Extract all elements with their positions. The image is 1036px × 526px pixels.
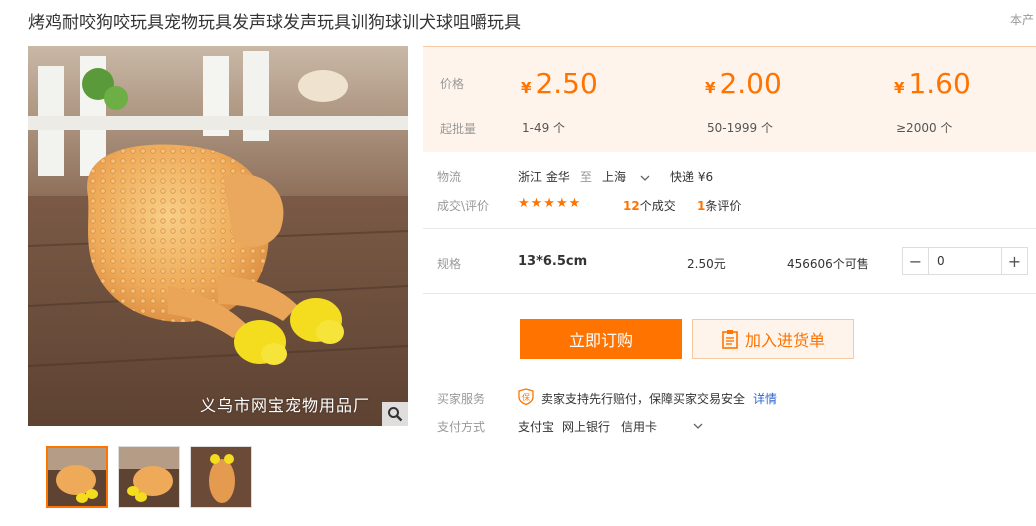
- rating-stars: ★★★★★: [518, 196, 582, 211]
- image-watermark: 义乌市网宝宠物用品厂: [200, 396, 371, 415]
- thumbnail-2[interactable]: [118, 446, 180, 508]
- payment-expand-chevron-icon[interactable]: [693, 418, 703, 432]
- spec-name: 13*6.5cm: [518, 254, 588, 269]
- product-title: 烤鸡耐咬狗咬玩具宠物玩具发声球发声玩具训狗球训犬球咀嚼玩具: [28, 13, 521, 33]
- spec-price: 2.50元: [687, 257, 726, 271]
- order-now-button[interactable]: 立即订购: [520, 319, 682, 359]
- currency-symbol: ¥: [894, 79, 905, 97]
- price-tier-1: ¥2.50: [521, 67, 598, 100]
- thumbnail-1[interactable]: [46, 446, 108, 508]
- zoom-icon[interactable]: [382, 402, 408, 426]
- logistics-label: 物流: [437, 170, 462, 184]
- quantity-input[interactable]: 0: [929, 248, 945, 274]
- top-right-text[interactable]: 本产: [1010, 11, 1034, 28]
- ship-from: 浙江 金华: [518, 170, 570, 184]
- add-to-cart-label: 加入进货单: [744, 331, 825, 350]
- add-to-cart-button[interactable]: 加入进货单: [692, 319, 854, 359]
- chevron-down-icon: [640, 175, 650, 181]
- thumbnail-strip: [46, 446, 252, 508]
- divider: [423, 293, 1036, 294]
- price-value: 2.50: [535, 67, 598, 100]
- payment-method-alipay: 支付宝: [518, 420, 555, 434]
- guarantee-badge-text: 保: [522, 392, 530, 402]
- price-tier-2: ¥2.00: [705, 67, 782, 100]
- deal-suffix: 个成交: [639, 199, 676, 213]
- price-value: 1.60: [908, 67, 971, 100]
- currency-symbol: ¥: [705, 79, 716, 97]
- price-value: 2.00: [719, 67, 782, 100]
- payment-method-credit-card: 信用卡: [621, 420, 658, 434]
- service-details-link[interactable]: 详情: [753, 390, 777, 407]
- roast-chicken-toy-illustration: [28, 46, 408, 426]
- moq-label: 起批量: [440, 122, 477, 136]
- spec-label: 规格: [437, 257, 462, 271]
- qty-range-1: 1-49 个: [522, 121, 566, 135]
- qty-range-3: ≥2000 个: [896, 121, 953, 135]
- price-tier-3: ¥1.60: [894, 67, 971, 100]
- increment-button[interactable]: +: [1001, 248, 1027, 274]
- deal-count-link[interactable]: 12个成交: [623, 197, 676, 214]
- ship-to-select[interactable]: 上海: [602, 168, 650, 185]
- guarantee-icon: 保: [518, 388, 534, 408]
- spec-stock: 456606个可售: [787, 257, 869, 271]
- divider: [423, 228, 1036, 229]
- express-fee: 快递 ¥6: [670, 170, 714, 184]
- payment-method-online-bank: 网上银行: [562, 420, 611, 434]
- main-product-image[interactable]: 义乌市网宝宠物用品厂: [28, 46, 408, 426]
- service-label: 买家服务: [437, 392, 486, 406]
- payment-label: 支付方式: [437, 420, 486, 434]
- deals-label: 成交\评价: [437, 199, 490, 213]
- review-count-link[interactable]: 1条评价: [697, 197, 741, 214]
- service-text: 卖家支持先行赔付，保障买家交易安全: [541, 392, 746, 406]
- price-label: 价格: [440, 77, 465, 91]
- price-panel: 价格 起批量 ¥2.50 ¥2.00 ¥1.60 1-49 个 50-1999 …: [423, 46, 1036, 152]
- quantity-stepper: − 0 +: [902, 247, 1028, 275]
- currency-symbol: ¥: [521, 79, 532, 97]
- decrement-button[interactable]: −: [903, 248, 929, 274]
- clipboard-icon: [722, 330, 738, 349]
- thumbnail-3[interactable]: [190, 446, 252, 508]
- deal-count: 12: [623, 199, 640, 213]
- qty-range-2: 50-1999 个: [707, 121, 773, 135]
- review-suffix: 条评价: [705, 199, 742, 213]
- ship-to-word: 至: [580, 170, 593, 184]
- ship-to-value: 上海: [602, 170, 627, 184]
